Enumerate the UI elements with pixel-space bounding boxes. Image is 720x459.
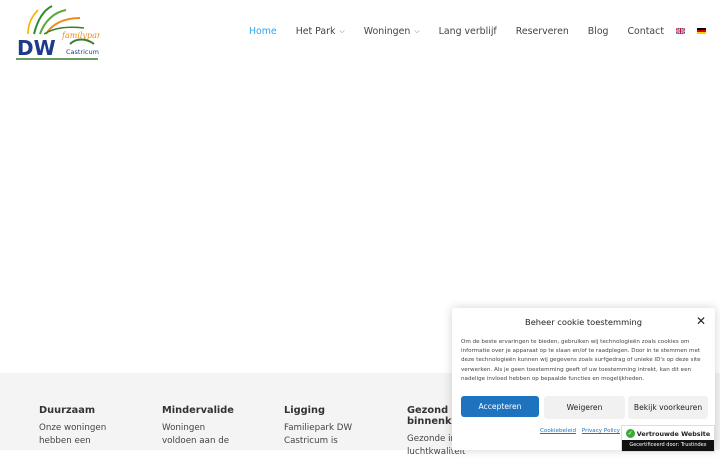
footer-col-line: Onze woningen xyxy=(39,423,107,433)
nav-home[interactable]: Home xyxy=(249,26,277,37)
nav-het-park[interactable]: Het Park ⌵ xyxy=(296,26,345,37)
close-icon[interactable]: ✕ xyxy=(696,315,706,327)
trust-badge-title: Vertrouwde Website xyxy=(636,429,711,438)
nav-lang-verblijf[interactable]: Lang verblijf xyxy=(439,26,497,37)
accept-cookies-button[interactable]: Accepteren xyxy=(461,396,539,417)
cookie-policy-link[interactable]: Cookiebeleid xyxy=(540,428,576,434)
check-icon: ✓ xyxy=(625,429,635,438)
footer-col-mindervalide: Mindervalide Woningen voldoen aan de xyxy=(162,405,262,448)
footer-col-ligging: Ligging Familiepark DW Castricum is xyxy=(284,405,384,448)
svg-text:Castricum: Castricum xyxy=(66,48,99,56)
nav-blog-label: Blog xyxy=(587,25,609,37)
view-preferences-button[interactable]: Bekijk voorkeuren xyxy=(628,396,708,419)
chevron-down-icon: ⌵ xyxy=(339,26,345,35)
german-flag-icon[interactable] xyxy=(697,28,706,34)
main-nav: Home Het Park ⌵ Woningen ⌵ Lang verblijf… xyxy=(230,22,706,40)
footer-col-title: Mindervalide xyxy=(162,405,234,416)
footer-col-title: Duurzaam xyxy=(39,405,96,416)
nav-reserveren[interactable]: Reserveren xyxy=(516,26,569,37)
english-flag-icon[interactable] xyxy=(676,28,685,34)
cookie-links: Cookiebeleid Privacy Policy xyxy=(540,428,624,434)
footer-col-line: Woningen xyxy=(162,423,206,433)
footer-col-line: Castricum is xyxy=(284,436,338,446)
footer-col-line: hebben een xyxy=(39,436,91,446)
nav-reserveren-label: Reserveren xyxy=(515,25,569,37)
deny-cookies-button[interactable]: Weigeren xyxy=(544,396,625,419)
trust-badge-title-row: ✓ Vertrouwde Website xyxy=(622,428,714,439)
nav-het-park-label: Het Park xyxy=(295,25,336,37)
footer-col-duurzaam: Duurzaam Onze woningen hebben een xyxy=(39,405,139,448)
footer-col-line: voldoen aan de xyxy=(162,436,230,446)
familypark-dw-logo[interactable]: familypark DW Castricum xyxy=(14,4,100,62)
nav-woningen[interactable]: Woningen ⌵ xyxy=(364,26,420,37)
privacy-policy-link[interactable]: Privacy Policy xyxy=(582,428,620,434)
trust-badge-subtitle: Gecertificeerd door: Trustindex xyxy=(622,440,714,451)
footer-col-line: Familiepark DW xyxy=(284,423,353,433)
site-header: familypark DW Castricum Home Het Park ⌵ … xyxy=(0,0,720,64)
nav-woningen-label: Woningen xyxy=(363,25,411,37)
nav-lang-verblijf-label: Lang verblijf xyxy=(438,25,497,37)
cookie-description: Om de beste ervaringen te bieden, gebrui… xyxy=(461,339,701,382)
chevron-down-icon: ⌵ xyxy=(414,26,420,35)
footer-col-title: Ligging xyxy=(284,405,325,416)
nav-contact[interactable]: Contact xyxy=(628,26,664,37)
nav-contact-label: Contact xyxy=(627,25,664,37)
nav-blog[interactable]: Blog xyxy=(588,26,609,37)
cookie-title: Beheer cookie toestemming xyxy=(525,317,642,327)
nav-home-label: Home xyxy=(249,25,277,37)
svg-text:DW: DW xyxy=(17,36,56,60)
trustindex-badge[interactable]: ✓ Vertrouwde Website Gecertificeerd door… xyxy=(621,425,715,452)
